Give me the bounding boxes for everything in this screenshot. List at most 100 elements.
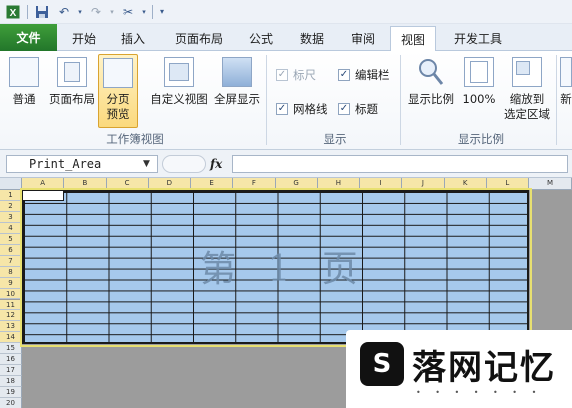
active-cell[interactable] xyxy=(22,190,64,201)
redo-dropdown-icon[interactable]: ▾ xyxy=(108,3,116,21)
ruler-label: 标尺 xyxy=(293,68,316,82)
gridlines-checkbox-box: ✓ xyxy=(276,103,288,115)
column-header[interactable]: D xyxy=(148,178,191,190)
column-header[interactable]: F xyxy=(233,178,276,190)
tools-icon[interactable]: ✂ xyxy=(118,3,138,21)
group-label-workbook-views: 工作簿视图 xyxy=(106,132,164,146)
column-header[interactable]: M xyxy=(529,178,572,190)
qat-separator xyxy=(27,4,28,19)
column-header[interactable]: I xyxy=(360,178,403,190)
ribbon-view: 普通 页面布局 分页 预览 自定义视图 全屏显示 工作簿视图 ✓ 标尺 ✓ 编辑… xyxy=(0,51,572,150)
excel-app-icon[interactable]: X xyxy=(3,3,23,21)
row-header[interactable]: 16 xyxy=(0,354,22,366)
formula-bar-resize-handle[interactable] xyxy=(162,155,206,173)
name-box[interactable]: Print_Area xyxy=(6,155,158,173)
formula-input[interactable] xyxy=(232,155,568,173)
zoom-button[interactable]: 显示比例 xyxy=(406,57,456,107)
tab-2[interactable]: 插入 xyxy=(111,26,155,51)
undo-dropdown-icon[interactable]: ▾ xyxy=(76,3,84,21)
row-header[interactable]: 9 xyxy=(0,277,22,289)
tab-7[interactable]: 视图 xyxy=(390,26,436,52)
row-header[interactable]: 1 xyxy=(0,190,22,201)
save-icon[interactable] xyxy=(32,3,52,21)
new-window-icon xyxy=(560,57,572,87)
column-header[interactable]: J xyxy=(402,178,445,190)
ruler-checkbox[interactable]: ✓ 标尺 xyxy=(276,67,316,83)
row-header[interactable]: 13 xyxy=(0,321,22,333)
row-header[interactable]: 17 xyxy=(0,365,22,377)
group-label-zoom: 显示比例 xyxy=(458,132,504,146)
logo-mark-icon: S xyxy=(360,342,404,386)
row-header[interactable]: 18 xyxy=(0,376,22,388)
full-screen-button[interactable]: 全屏显示 xyxy=(212,57,262,107)
tab-5[interactable]: 数据 xyxy=(290,26,334,51)
column-header[interactable]: L xyxy=(486,178,529,190)
logo-text: 落网记忆 xyxy=(412,348,556,388)
tab-0[interactable]: 文件 xyxy=(0,24,57,51)
customize-qat-icon[interactable]: ▾ xyxy=(157,3,167,21)
row-header[interactable]: 6 xyxy=(0,244,22,256)
page-layout-view-label: 页面布局 xyxy=(49,92,95,106)
row-header[interactable]: 3 xyxy=(0,211,22,223)
row-header[interactable]: 8 xyxy=(0,266,22,278)
formula-bar-label: 编辑栏 xyxy=(355,68,390,82)
site-logo: S 落网记忆 • • • • • • • xyxy=(346,330,572,408)
insert-function-icon[interactable]: fx xyxy=(210,155,222,173)
select-all-corner[interactable] xyxy=(0,178,22,190)
row-header[interactable]: 11 xyxy=(0,299,22,311)
headings-label: 标题 xyxy=(355,102,378,116)
magnifier-icon xyxy=(416,57,446,87)
row-header[interactable]: 15 xyxy=(0,343,22,355)
column-header[interactable]: C xyxy=(106,178,149,190)
row-header[interactable]: 12 xyxy=(0,310,22,322)
new-window-button[interactable]: 新 xyxy=(560,57,572,107)
page-layout-view-button[interactable]: 页面布局 xyxy=(46,57,98,107)
quick-access-toolbar: X ↶ ▾ ↷ ▾ ✂ ▾ ▾ xyxy=(0,0,572,24)
ribbon-tabs: 文件 开始 插入 页面布局 公式 数据 审阅 视图 开发工具 xyxy=(0,24,572,52)
custom-views-label: 自定义视图 xyxy=(150,92,208,106)
zoom-to-selection-button[interactable]: 缩放到 选定区域 xyxy=(502,57,552,122)
row-header[interactable]: 19 xyxy=(0,387,22,399)
tools-dropdown-icon[interactable]: ▾ xyxy=(140,3,148,21)
formula-bar-checkbox-box: ✓ xyxy=(338,69,350,81)
name-box-dropdown-icon[interactable]: ▼ xyxy=(143,155,150,173)
row-header[interactable]: 20 xyxy=(0,398,22,408)
tab-8[interactable]: 开发工具 xyxy=(444,26,512,51)
custom-views-icon xyxy=(164,57,194,87)
normal-view-icon xyxy=(9,57,39,87)
page-break-preview-button[interactable]: 分页 预览 xyxy=(98,54,138,128)
column-header[interactable]: G xyxy=(275,178,318,190)
row-header[interactable]: 14 xyxy=(0,332,22,344)
row-header[interactable]: 7 xyxy=(0,255,22,267)
headings-checkbox-box: ✓ xyxy=(338,103,350,115)
zoom-100-button[interactable]: 100% xyxy=(462,57,496,107)
page-break-preview-icon xyxy=(103,58,133,88)
zoom-100-label: 100% xyxy=(462,92,496,106)
formula-bar: Print_Area ▼ fx xyxy=(0,150,572,178)
page-watermark: 第 1 页 xyxy=(200,249,368,290)
formula-bar-checkbox[interactable]: ✓ 编辑栏 xyxy=(338,67,390,83)
normal-view-button[interactable]: 普通 xyxy=(6,57,42,107)
tab-3[interactable]: 页面布局 xyxy=(165,26,233,51)
redo-icon[interactable]: ↷ xyxy=(86,3,106,21)
row-header[interactable]: 10 xyxy=(0,288,22,300)
row-header[interactable]: 5 xyxy=(0,233,22,245)
undo-icon[interactable]: ↶ xyxy=(54,3,74,21)
custom-views-button[interactable]: 自定义视图 xyxy=(148,57,210,107)
column-header[interactable]: H xyxy=(317,178,360,190)
column-header[interactable]: A xyxy=(22,178,65,190)
headings-checkbox[interactable]: ✓ 标题 xyxy=(338,101,378,117)
row-header[interactable]: 2 xyxy=(0,200,22,212)
tab-1[interactable]: 开始 xyxy=(62,26,106,51)
logo-dots: • • • • • • • xyxy=(416,388,543,397)
gridlines-checkbox[interactable]: ✓ 网格线 xyxy=(276,101,328,117)
group-label-show: 显示 xyxy=(323,132,347,146)
group-separator xyxy=(556,55,557,145)
tab-4[interactable]: 公式 xyxy=(239,26,283,51)
tab-6[interactable]: 审阅 xyxy=(341,26,385,51)
group-separator xyxy=(400,55,401,145)
column-header[interactable]: B xyxy=(64,178,107,190)
row-header[interactable]: 4 xyxy=(0,222,22,234)
column-header[interactable]: K xyxy=(444,178,487,190)
column-header[interactable]: E xyxy=(191,178,234,190)
